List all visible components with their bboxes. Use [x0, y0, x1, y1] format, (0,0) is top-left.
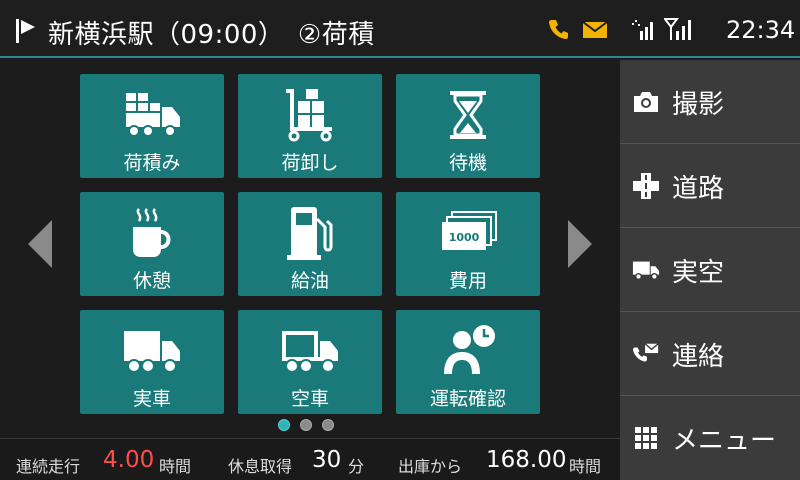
tile-unloading[interactable]: 荷卸し — [238, 74, 382, 178]
phone-icon[interactable] — [548, 18, 570, 40]
continuous-drive-unit: 時間 — [159, 457, 192, 476]
fuel-pump-icon — [238, 202, 382, 264]
camera-icon — [632, 88, 660, 116]
tile-waiting[interactable]: 待機 — [396, 74, 540, 178]
side-item-load-status[interactable]: 実空 — [620, 228, 800, 312]
cell-signal-icon — [664, 18, 691, 40]
continuous-drive-value: 4.00 — [103, 447, 155, 473]
prev-page-arrow-icon[interactable] — [28, 220, 52, 268]
tile-refuel[interactable]: 給油 — [238, 192, 382, 296]
clock: 22:34 — [726, 16, 796, 44]
driver-clock-icon — [396, 320, 540, 382]
tile-empty-vehicle[interactable]: 空車 — [238, 310, 382, 414]
side-item-label: メニュー — [672, 426, 777, 456]
coffee-cup-icon — [80, 202, 224, 264]
tile-label: 荷積み — [123, 152, 181, 174]
side-item-label: 実空 — [672, 258, 725, 288]
tile-expenses[interactable]: 1000 費用 — [396, 192, 540, 296]
next-page-arrow-icon[interactable] — [568, 220, 592, 268]
page-dot-1[interactable] — [278, 419, 290, 431]
drive-status-bar: 連続走行 4.00 時間 休息取得 30 分 出庫から 168.00 時間 — [0, 438, 620, 480]
wifi-signal-icon — [632, 20, 653, 40]
rest-label: 休息取得 — [228, 457, 293, 476]
empty-truck-icon — [238, 320, 382, 382]
tile-label: 実車 — [132, 388, 171, 410]
side-item-photo[interactable]: 撮影 — [620, 60, 800, 144]
hand-cart-icon — [238, 84, 382, 146]
rest-value: 30 — [312, 447, 342, 473]
svg-text:1000: 1000 — [449, 231, 480, 244]
tile-label: 運転確認 — [429, 388, 506, 410]
continuous-drive-label: 連続走行 — [16, 457, 81, 476]
side-item-road[interactable]: 道路 — [620, 144, 800, 228]
page-dot-2[interactable] — [300, 419, 312, 431]
since-depart-label: 出庫から — [398, 457, 463, 476]
side-item-menu[interactable]: メニュー — [620, 396, 800, 480]
side-menu: 撮影 道路 実空 連絡 メニュー — [620, 60, 800, 480]
flag-icon — [16, 19, 35, 43]
rest-unit: 分 — [348, 457, 365, 476]
tile-label: 空車 — [290, 388, 329, 410]
tile-label: 給油 — [290, 270, 329, 292]
destination-title: 新横浜駅（09:00） ②荷積 — [48, 20, 375, 50]
page-dot-3[interactable] — [322, 419, 334, 431]
tile-label: 費用 — [448, 270, 487, 292]
status-header: 新横浜駅（09:00） ②荷積 22:34 — [0, 0, 800, 58]
side-item-contact[interactable]: 連絡 — [620, 312, 800, 396]
road-icon — [632, 172, 660, 200]
tile-label: 待機 — [448, 152, 487, 174]
banknotes-icon: 1000 — [396, 202, 540, 264]
tile-break[interactable]: 休憩 — [80, 192, 224, 296]
page-indicator — [278, 419, 334, 431]
hourglass-icon — [396, 84, 540, 146]
grid-menu-icon — [632, 424, 660, 452]
side-item-label: 連絡 — [672, 342, 725, 372]
since-depart-unit: 時間 — [569, 457, 602, 476]
tile-loaded-vehicle[interactable]: 実車 — [80, 310, 224, 414]
phone-mail-icon — [632, 340, 660, 368]
mail-icon[interactable] — [582, 21, 608, 39]
tile-loading[interactable]: 荷積み — [80, 74, 224, 178]
tile-label: 荷卸し — [281, 152, 339, 174]
loading-truck-icon — [80, 84, 224, 146]
tile-label: 休憩 — [132, 270, 171, 292]
tile-drive-check[interactable]: 運転確認 — [396, 310, 540, 414]
side-item-label: 撮影 — [672, 90, 725, 120]
since-depart-value: 168.00 — [486, 447, 567, 473]
loaded-truck-icon — [80, 320, 224, 382]
side-item-label: 道路 — [672, 174, 725, 204]
truck-icon — [632, 256, 660, 284]
